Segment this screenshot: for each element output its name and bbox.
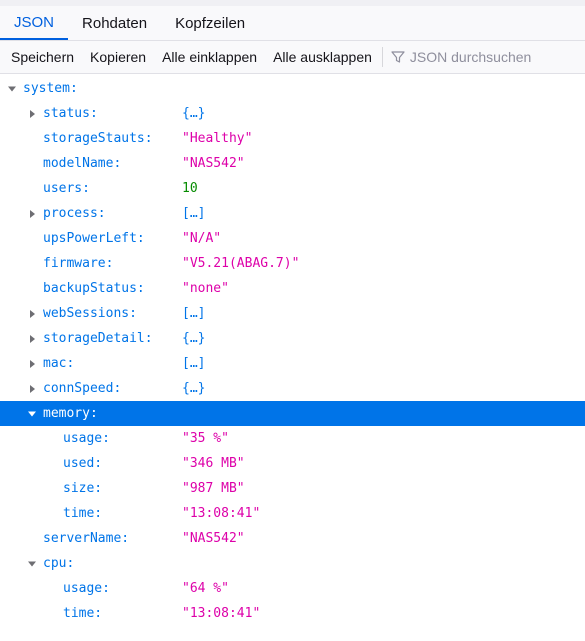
tree-value: {…} <box>182 331 206 346</box>
tree-key: webSessions: <box>43 306 137 321</box>
tree-row-cpu[interactable]: cpu: <box>0 551 585 576</box>
tree-row[interactable]: users: 10 <box>0 176 585 201</box>
json-filter-input[interactable]: JSON durchsuchen <box>389 41 585 73</box>
tree-key: backupStatus: <box>43 281 145 296</box>
tree-value: "987 MB" <box>182 481 245 496</box>
tree-row[interactable]: firmware: "V5.21(ABAG.7)" <box>0 251 585 276</box>
tree-key: used: <box>63 456 103 471</box>
tree-key: serverName: <box>43 531 130 546</box>
expanded-arrow-icon[interactable] <box>26 551 38 576</box>
tree-value: […] <box>182 206 206 221</box>
tab-raw-data[interactable]: Rohdaten <box>68 6 161 40</box>
tree-row[interactable]: time: "13:08:41" <box>0 601 585 626</box>
tree-row[interactable]: storageStauts: "Healthy" <box>0 126 585 151</box>
tree-row[interactable]: backupStatus: "none" <box>0 276 585 301</box>
tree-key: upsPowerLeft: <box>43 231 145 246</box>
collapsed-arrow-icon[interactable] <box>26 201 38 226</box>
expand-all-button[interactable]: Alle ausklappen <box>264 49 379 65</box>
tree-row[interactable]: storageDetail: {…} <box>0 326 585 351</box>
collapsed-arrow-icon[interactable] <box>26 351 38 376</box>
tree-row[interactable]: webSessions: […] <box>0 301 585 326</box>
tree-value: "none" <box>182 281 229 296</box>
tree-key: process: <box>43 206 106 221</box>
filter-placeholder: JSON durchsuchen <box>409 49 532 65</box>
tree-row[interactable]: time: "13:08:41" <box>0 501 585 526</box>
tree-row[interactable]: connSpeed: {…} <box>0 376 585 401</box>
tree-key: status: <box>43 106 98 121</box>
collapsed-arrow-icon[interactable] <box>26 376 38 401</box>
tree-key: usage: <box>63 431 110 446</box>
tree-key: time: <box>63 506 103 521</box>
tree-row-system[interactable]: system: <box>0 76 585 101</box>
tree-key: memory: <box>43 406 98 421</box>
expanded-arrow-icon[interactable] <box>6 76 18 101</box>
tree-row[interactable]: status: {…} <box>0 101 585 126</box>
tree-row[interactable]: usage: "35 %" <box>0 426 585 451</box>
tree-value: "Healthy" <box>182 131 253 146</box>
expanded-arrow-icon[interactable] <box>26 401 38 426</box>
tree-value: "V5.21(ABAG.7)" <box>182 256 300 271</box>
tree-value: {…} <box>182 106 206 121</box>
tree-value: "NAS542" <box>182 156 245 171</box>
tree-key: system: <box>23 81 78 96</box>
tree-row[interactable]: mac: […] <box>0 351 585 376</box>
tree-row[interactable]: modelName: "NAS542" <box>0 151 585 176</box>
tree-row-memory-selected[interactable]: memory: <box>0 401 585 426</box>
collapsed-arrow-icon[interactable] <box>26 101 38 126</box>
tree-row[interactable]: upsPowerLeft: "N/A" <box>0 226 585 251</box>
tree-key: size: <box>63 481 103 496</box>
filter-icon <box>391 51 405 63</box>
tree-row[interactable]: process: […] <box>0 201 585 226</box>
tree-value: 10 <box>182 181 198 196</box>
tree-value: […] <box>182 356 206 371</box>
tree-value: […] <box>182 306 206 321</box>
tree-key: firmware: <box>43 256 114 271</box>
tree-key: users: <box>43 181 90 196</box>
tree-key: cpu: <box>43 556 75 571</box>
collapsed-arrow-icon[interactable] <box>26 301 38 326</box>
tree-value: "N/A" <box>182 231 222 246</box>
toolbar-divider <box>381 47 383 67</box>
tree-key: connSpeed: <box>43 381 122 396</box>
tree-key: time: <box>63 606 103 621</box>
tree-row[interactable]: usage: "64 %" <box>0 576 585 601</box>
json-toolbar: Speichern Kopieren Alle einklappen Alle … <box>0 41 585 74</box>
json-tree: system: status: {…} storageStauts: "Heal… <box>0 74 585 626</box>
tree-key: storageDetail: <box>43 331 153 346</box>
tree-value: "346 MB" <box>182 456 245 471</box>
save-button[interactable]: Speichern <box>2 49 81 65</box>
tree-key: usage: <box>63 581 110 596</box>
tree-value: "35 %" <box>182 431 229 446</box>
tree-row[interactable]: used: "346 MB" <box>0 451 585 476</box>
tree-row[interactable]: serverName: "NAS542" <box>0 526 585 551</box>
tree-key: mac: <box>43 356 75 371</box>
viewer-tabs: JSON Rohdaten Kopfzeilen <box>0 6 585 41</box>
tree-value: "NAS542" <box>182 531 245 546</box>
collapsed-arrow-icon[interactable] <box>26 326 38 351</box>
tree-value: {…} <box>182 381 206 396</box>
tree-value: "13:08:41" <box>182 506 261 521</box>
tab-json[interactable]: JSON <box>0 6 69 40</box>
collapse-all-button[interactable]: Alle einklappen <box>153 49 264 65</box>
tab-headers[interactable]: Kopfzeilen <box>161 6 259 40</box>
tree-key: modelName: <box>43 156 122 171</box>
tree-row[interactable]: size: "987 MB" <box>0 476 585 501</box>
tree-key: storageStauts: <box>43 131 153 146</box>
tree-value: "64 %" <box>182 581 229 596</box>
copy-button[interactable]: Kopieren <box>81 49 153 65</box>
tree-value: "13:08:41" <box>182 606 261 621</box>
browser-tab-strip <box>0 0 585 6</box>
